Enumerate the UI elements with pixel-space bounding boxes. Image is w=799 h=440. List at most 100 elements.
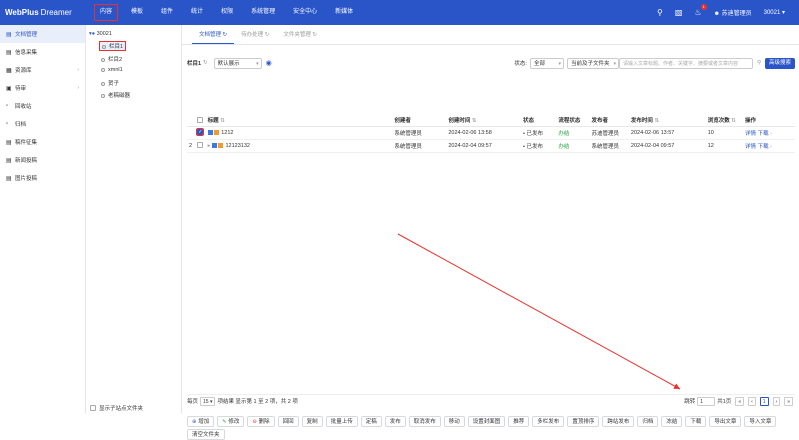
cross-site-publish-button[interactable]: 跨站发布 [602,416,635,427]
sidebar-item-news[interactable]: ▤ 新闻投稿 [0,151,85,169]
node-dot-icon [101,57,105,62]
tree-node-5[interactable]: 老稿磁器 [101,91,130,99]
add-button[interactable]: ⊕ 增加 [187,416,215,427]
expand-icon[interactable]: ▸ [208,143,211,149]
shirt-icon[interactable]: ▧ [675,8,683,17]
detail-link[interactable]: 详情 [745,144,756,150]
row-title[interactable]: 1212 [205,126,393,140]
export-button[interactable]: 导出文章 [709,416,742,427]
show-subsite-checkbox[interactable] [90,405,96,411]
first-page-icon[interactable]: « [735,396,745,406]
show-subsite-folders[interactable]: 显示子站点文件夹 [90,404,143,412]
nav-statistics[interactable]: 统计 [182,0,212,25]
doc-type-icon [211,142,217,148]
batch-upload-button[interactable]: 批量上传 [325,416,358,427]
view-select[interactable]: 默认展示 [213,57,262,69]
search-icon[interactable]: ⚲ [657,8,663,17]
table-row[interactable]: 2 ▸ 12123132 系统管理员 2024-02-04 09:57 • 已发… [187,139,795,153]
sidebar-item-manuscript[interactable]: ▤ 稿件征集 [0,133,85,151]
tab-document-manage[interactable]: 文档管理 ↻ [192,25,235,44]
folder-tree: ▾● 30021 栏目1 栏目2 xmnl1 贺子 老稿磁器 显示子站点文件夹 [86,25,182,414]
status-label: 状态: [514,61,527,67]
header-published[interactable]: 发布时间 ⇅ [628,114,706,127]
last-page-icon[interactable]: » [784,396,793,406]
user-menu[interactable]: ☻ 苏迪管理员 [714,8,752,17]
row-views: 10 [705,126,744,140]
download-link[interactable]: 下载 [758,144,769,150]
page-current[interactable]: 1 [759,396,769,406]
header-title[interactable]: 标题 ⇅ [205,114,393,127]
header-views[interactable]: 浏览次数 ⇅ [705,114,744,127]
nav-template[interactable]: 模板 [122,0,152,25]
sidebar-item-images[interactable]: ▤ 图片投稿 [0,169,85,187]
jump-input[interactable]: 1 [697,396,716,406]
chevron-right-icon[interactable]: › [770,144,772,150]
bell-icon[interactable]: ♨ 1 [694,4,707,17]
next-page-icon[interactable]: › [772,396,781,406]
per-page-select[interactable]: 15 ▾ [200,396,216,406]
clear-folder-button[interactable]: 清空文件夹 [187,429,225,440]
sidebar-item-collect[interactable]: ▤ 信息采集 [0,43,85,61]
row-checkbox[interactable] [197,142,204,149]
nav-system[interactable]: 系统管理 [242,0,284,25]
sidebar-item-resources[interactable]: ▦ 资源库 › [0,61,85,79]
download-button[interactable]: 下载 [685,416,707,427]
row-title[interactable]: ▸ 12123132 [205,139,393,153]
tab-folder-manage[interactable]: 文件夹管理 ↻ [276,25,324,44]
select-all-checkbox[interactable] [197,116,204,123]
pin-sort-button[interactable]: 置顶排序 [567,416,600,427]
status-select[interactable]: 全部 [529,57,564,69]
sidebar-item-trash[interactable]: ▫ 回收站 [0,97,85,115]
tree-root[interactable]: ▾● 30021 [89,31,112,37]
search-input[interactable]: 请输入文章标题、作者、关键字、摘要或者文章内容 [618,57,753,69]
settings-icon[interactable]: ◉ [266,59,272,67]
database-icon: ▦ [6,67,12,74]
sidebar-item-document[interactable]: ▤ 文档管理 [0,25,85,43]
header-created[interactable]: 创建时间 ⇅ [446,114,522,127]
move-button[interactable]: 移动 [443,416,465,427]
node-dot-icon [102,44,106,49]
chevron-right-icon[interactable]: › [770,131,772,137]
multi-column-publish-button[interactable]: 多栏发布 [532,416,565,427]
tree-node-label: 贺子 [108,81,120,87]
row-checkbox[interactable]: ✓ [196,128,205,137]
set-cover-button[interactable]: 设置封面图 [467,416,506,427]
recommend-button[interactable]: 推荐 [508,416,530,427]
freeze-button[interactable]: 冻结 [661,416,683,427]
tree-node-4[interactable]: 贺子 [101,79,119,87]
sidebar-item-archive[interactable]: ▫ 归档 [0,115,85,133]
advanced-search-button[interactable]: 高级搜索 [764,57,795,69]
scope-select[interactable]: 当前及子文件夹 [566,57,619,69]
sidebar-item-label: 信息采集 [15,50,38,56]
total-pages: 共1页 [717,399,732,405]
tree-node-column2[interactable]: 栏目2 [101,55,122,63]
publish-button[interactable]: 发布 [384,416,406,427]
delete-button[interactable]: ⊖ 删除 [247,416,275,427]
nav-permission[interactable]: 权限 [212,0,242,25]
refresh-icon[interactable]: ↻ [203,60,208,66]
current-column: 栏目1 [187,61,202,67]
nav-security[interactable]: 安全中心 [284,0,326,25]
copy-button[interactable]: 复制 [301,416,323,427]
detail-link[interactable]: 详情 [745,131,756,137]
back-button[interactable]: 回回 [277,416,299,427]
prev-page-icon[interactable]: ‹ [748,396,756,406]
search-icon[interactable]: ⚲ [757,60,761,66]
tab-todo[interactable]: 待办处理 ↻ [234,25,276,44]
nav-component[interactable]: 组件 [152,0,182,25]
unpublish-button[interactable]: 取消发布 [408,416,441,427]
nav-content[interactable]: 内容 [94,4,119,21]
finalize-button[interactable]: 定稿 [360,416,382,427]
header-ops: 操作 [743,114,795,127]
archive-button[interactable]: 归档 [637,416,659,427]
sidebar-item-review[interactable]: ▣ 待审 › [0,79,85,97]
edit-button[interactable]: ✎ 修改 [217,416,245,427]
site-selector[interactable]: 30021 ▾ [764,9,785,16]
tree-node-column1[interactable]: 栏目1 [99,41,127,51]
sidebar: ▤ 文档管理 ▤ 信息采集 ▦ 资源库 › ▣ 待审 › ▫ 回收站 ▫ 归档 ▤ 稿件征集 ▤ 新… [0,25,86,414]
import-button[interactable]: 导入文章 [744,416,777,427]
nav-new-media[interactable]: 新媒体 [326,0,362,25]
download-link[interactable]: 下载 [758,131,769,137]
table-row[interactable]: ✓ 1212 系统管理员 2024-02-06 13:58 • 已发布 办结 苏… [187,126,795,140]
tree-node-xmnl1[interactable]: xmnl1 [101,67,123,73]
